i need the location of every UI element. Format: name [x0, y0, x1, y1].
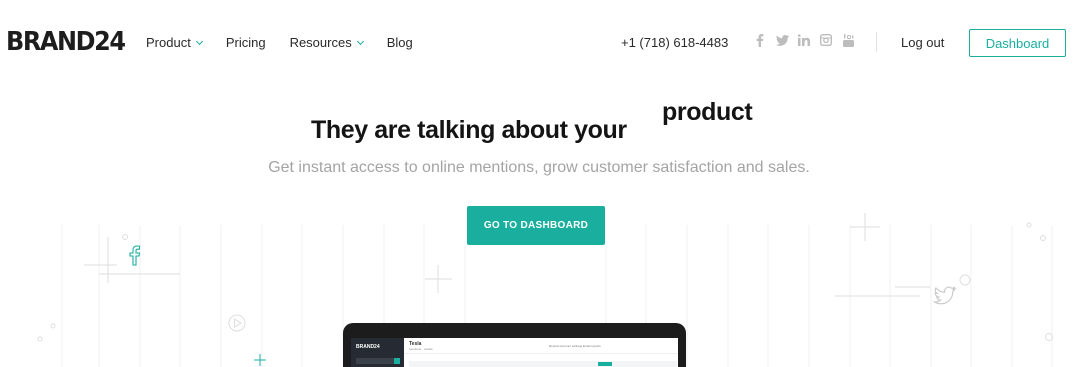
preview-filter-bar [409, 361, 677, 367]
chevron-down-icon [195, 37, 203, 45]
menu-item-label: Blog [386, 35, 413, 50]
menu-item-product[interactable]: Product [146, 35, 203, 50]
linkedin-icon[interactable] [797, 33, 811, 47]
dashboard-preview-screen: BRAND24 Tesla mentions · results Reports… [351, 338, 678, 367]
chevron-down-icon [356, 37, 364, 45]
menu-item-label: Pricing [225, 35, 266, 50]
preview-project-subtitle: mentions · results [409, 347, 433, 351]
youtube-icon[interactable] [841, 33, 855, 47]
social-links [753, 33, 855, 47]
menu-item-resources[interactable]: Resources [289, 35, 364, 50]
preview-header: Tesla mentions · results Reports Account… [404, 338, 678, 354]
nav-divider [876, 32, 877, 52]
preview-tabs: Reports Account settings Email reports [549, 344, 601, 348]
dashboard-button[interactable]: Dashboard [969, 29, 1066, 57]
hero-title: They are talking about your [311, 116, 627, 144]
menu-item-blog[interactable]: Blog [387, 35, 413, 50]
instagram-icon[interactable] [819, 33, 833, 47]
top-navigation: BRAND24 Product Pricing Resources Blog +… [0, 0, 1078, 84]
main-menu: Product Pricing Resources Blog [146, 35, 437, 50]
menu-item-label: Resources [289, 35, 352, 50]
menu-item-pricing[interactable]: Pricing [226, 35, 266, 50]
preview-sidebar-item [356, 358, 396, 364]
hero-title-rotating-word: product [662, 98, 753, 126]
menu-item-label: Product [146, 35, 191, 50]
preview-filter-button [598, 362, 612, 366]
preview-add-button [394, 358, 400, 364]
preview-logo: BRAND24 [356, 344, 380, 350]
preview-sidebar: BRAND24 [351, 338, 404, 367]
twitter-icon[interactable] [775, 33, 789, 47]
logout-link[interactable]: Log out [901, 35, 944, 50]
brand-logo[interactable]: BRAND24 [6, 27, 126, 57]
facebook-icon[interactable] [753, 33, 767, 47]
phone-number[interactable]: +1 (718) 618-4483 [621, 35, 728, 50]
hero-subtitle: Get instant access to online mentions, g… [268, 159, 810, 176]
